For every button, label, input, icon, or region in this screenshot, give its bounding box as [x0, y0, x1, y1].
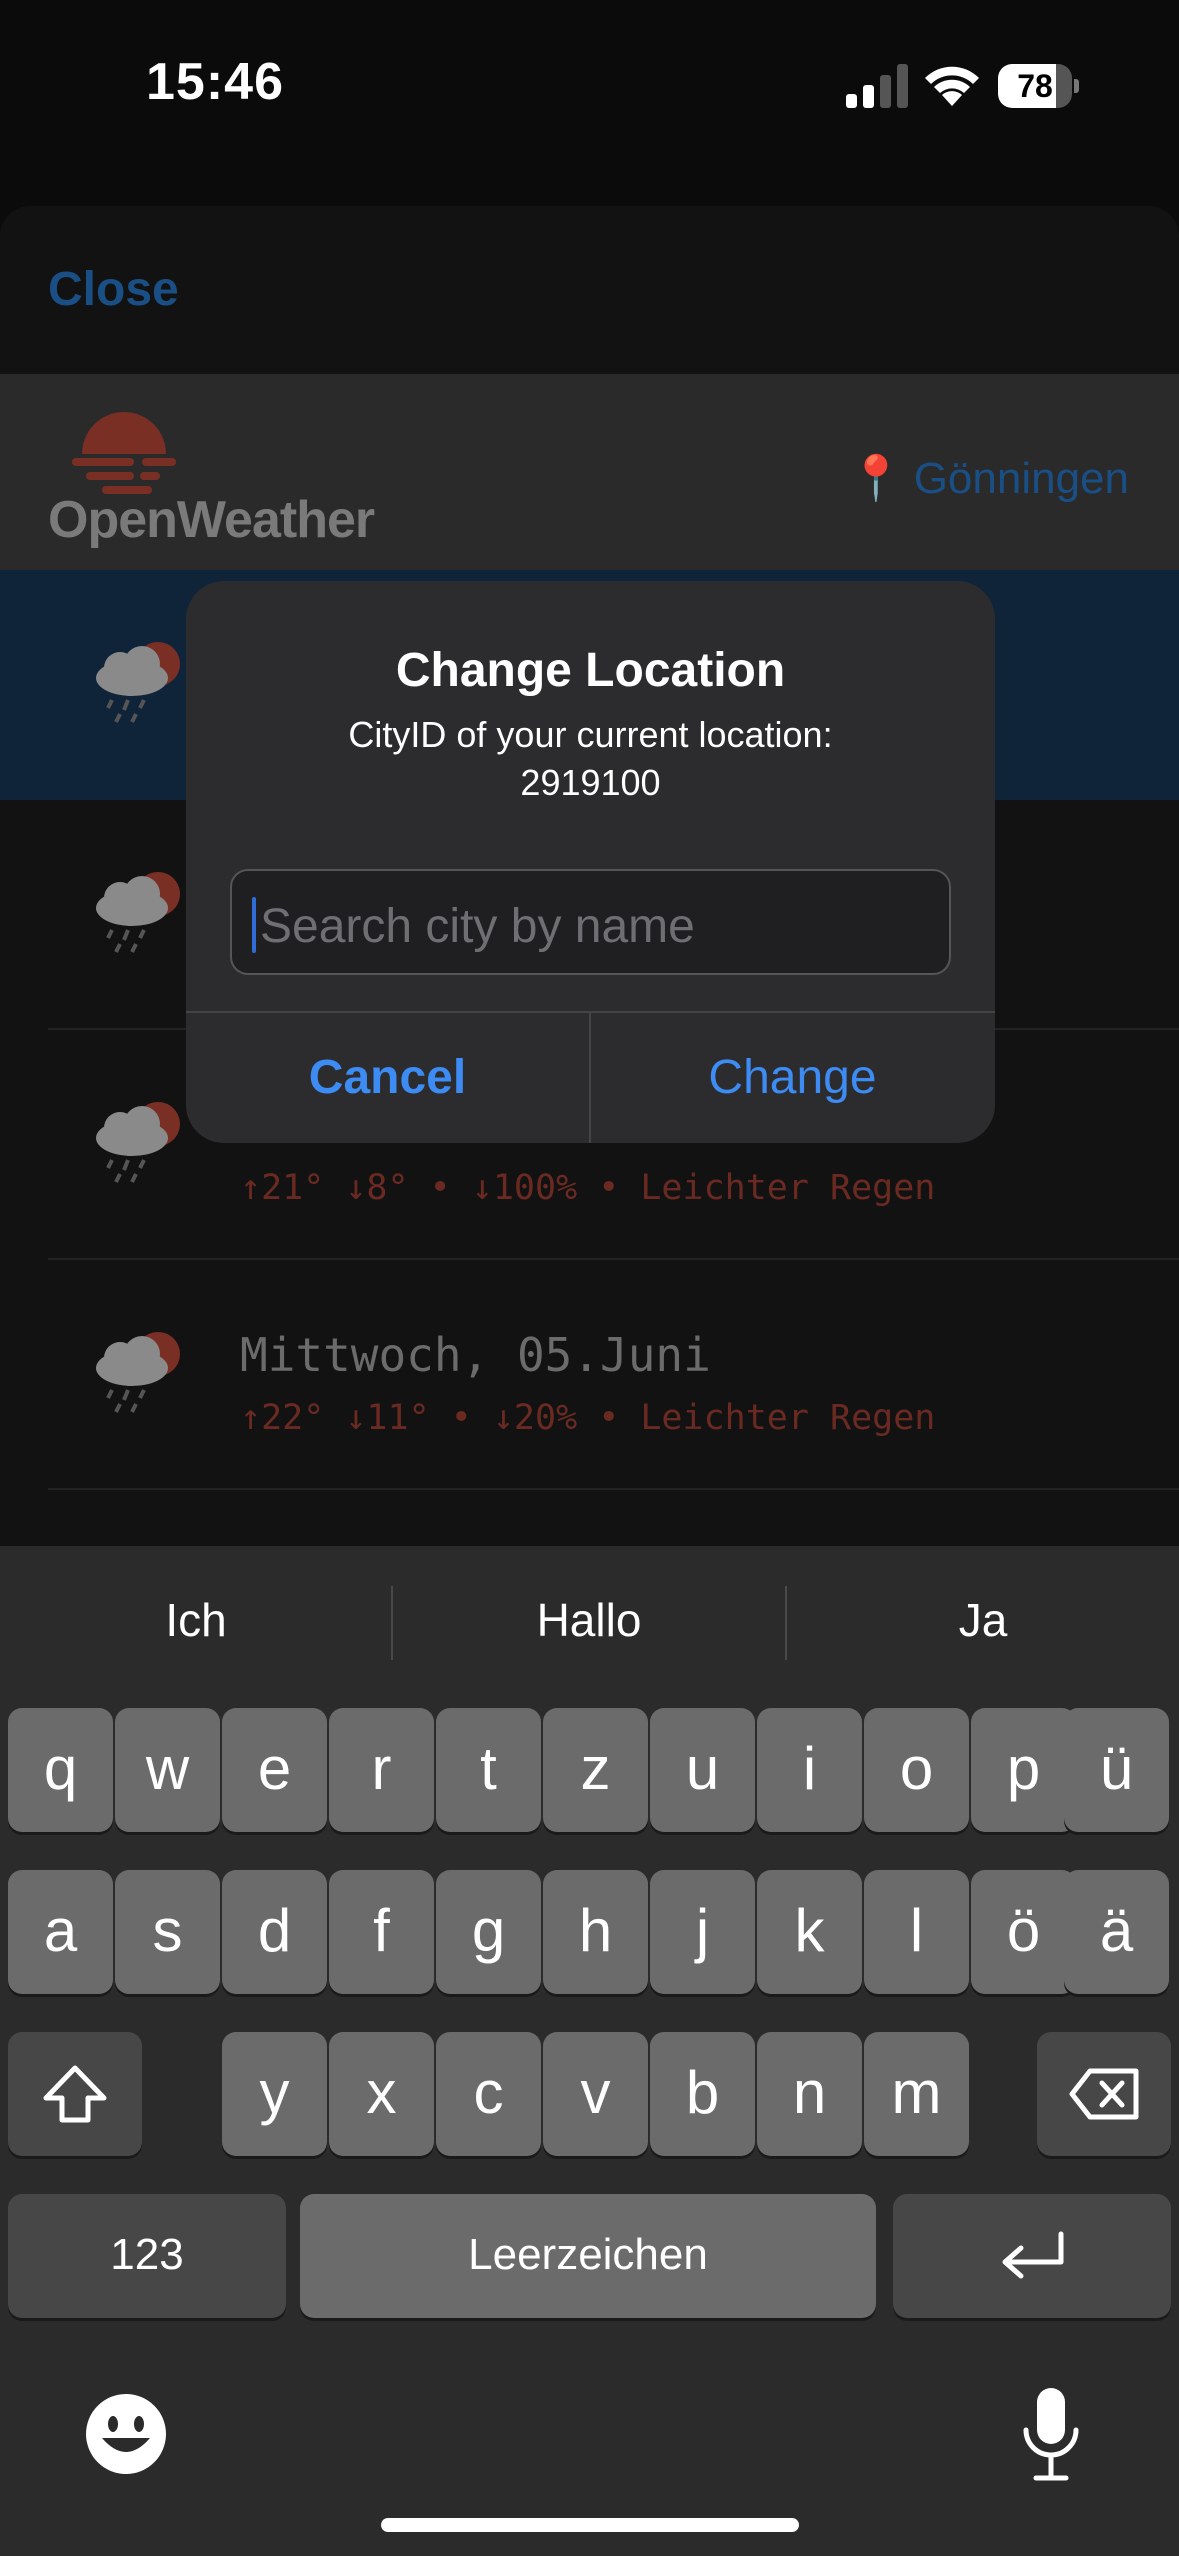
suggestion-2[interactable]: Hallo	[393, 1570, 785, 1670]
status-time: 15:46	[146, 53, 284, 111]
wifi-icon	[925, 66, 979, 106]
change-location-dialog: Change Location CityID of your current l…	[186, 581, 995, 1143]
key-oe[interactable]: ö	[971, 1870, 1076, 1994]
shift-key[interactable]	[8, 2032, 142, 2156]
key-z[interactable]: z	[543, 1708, 648, 1832]
key-e[interactable]: e	[222, 1708, 327, 1832]
cloud-rain-sun-icon	[96, 1332, 180, 1413]
numbers-key[interactable]: 123	[8, 2194, 286, 2318]
key-x[interactable]: x	[329, 2032, 434, 2156]
dialog-message-line1: CityID of your current location:	[348, 714, 833, 755]
dialog-message: CityID of your current location: 2919100	[226, 711, 955, 807]
home-indicator	[381, 2518, 799, 2532]
key-j[interactable]: j	[650, 1870, 755, 1994]
key-h[interactable]: h	[543, 1870, 648, 1994]
app-header: OpenWeather 📍 Gönningen	[0, 374, 1179, 570]
key-g[interactable]: g	[436, 1870, 541, 1994]
city-id: 2919100	[520, 762, 661, 803]
dialog-title: Change Location	[395, 644, 786, 697]
backspace-icon	[1069, 2068, 1139, 2120]
day-details: ↑21° ↓8° • ↓100% • Leichter Regen	[240, 1168, 936, 1208]
key-r[interactable]: r	[329, 1708, 434, 1832]
return-key[interactable]	[893, 2194, 1171, 2318]
key-ue[interactable]: ü	[1064, 1708, 1169, 1832]
key-l[interactable]: l	[864, 1870, 969, 1994]
cloud-rain-sun-icon	[96, 1102, 180, 1183]
backspace-key[interactable]	[1037, 2032, 1171, 2156]
key-y[interactable]: y	[222, 2032, 327, 2156]
pin-icon: 📍	[848, 454, 904, 503]
key-n[interactable]: n	[757, 2032, 862, 2156]
cloud-rain-sun-icon	[96, 872, 180, 953]
forecast-row[interactable]: Mittwoch, 05.Juni ↑22° ↓11° • ↓20% • Lei…	[0, 1260, 1179, 1490]
close-button[interactable]: Close	[48, 262, 179, 317]
cancel-button[interactable]: Cancel	[186, 1013, 589, 1143]
emoji-icon[interactable]	[84, 2392, 168, 2476]
key-v[interactable]: v	[543, 2032, 648, 2156]
text-caret	[252, 897, 256, 953]
key-i[interactable]: i	[757, 1708, 862, 1832]
key-p[interactable]: p	[971, 1708, 1076, 1832]
search-placeholder: Search city by name	[260, 900, 695, 953]
key-ae[interactable]: ä	[1064, 1870, 1169, 1994]
location-button[interactable]: 📍 Gönningen	[849, 452, 1129, 504]
space-key[interactable]: Leerzeichen	[300, 2194, 876, 2318]
key-q[interactable]: q	[8, 1708, 113, 1832]
key-a[interactable]: a	[8, 1870, 113, 1994]
location-label: Gönningen	[913, 454, 1129, 503]
shift-icon	[43, 2065, 107, 2123]
key-b[interactable]: b	[650, 2032, 755, 2156]
logo-text: OpenWeather	[48, 491, 375, 549]
key-f[interactable]: f	[329, 1870, 434, 1994]
cloud-rain-sun-icon	[96, 642, 180, 723]
microphone-icon[interactable]	[1022, 2388, 1080, 2484]
city-search-input[interactable]: Search city by name	[230, 869, 951, 975]
key-o[interactable]: o	[864, 1708, 969, 1832]
key-c[interactable]: c	[436, 2032, 541, 2156]
signal-icon	[846, 64, 908, 108]
key-k[interactable]: k	[757, 1870, 862, 1994]
change-button[interactable]: Change	[591, 1013, 994, 1143]
key-t[interactable]: t	[436, 1708, 541, 1832]
suggestion-1[interactable]: Ich	[0, 1570, 392, 1670]
battery-icon: 78	[998, 64, 1079, 108]
suggestion-3[interactable]: Ja	[787, 1570, 1179, 1670]
key-u[interactable]: u	[650, 1708, 755, 1832]
status-bar: 15:46 78	[0, 0, 1179, 170]
return-icon	[1002, 2231, 1064, 2279]
key-d[interactable]: d	[222, 1870, 327, 1994]
day-details: ↑22° ↓11° • ↓20% • Leichter Regen	[240, 1398, 936, 1438]
key-m[interactable]: m	[864, 2032, 969, 2156]
key-s[interactable]: s	[115, 1870, 220, 1994]
keyboard: Ich Hallo Ja q w e r t z u i o p ü a s d…	[0, 1546, 1179, 2556]
day-title: Mittwoch, 05.Juni	[240, 1328, 711, 1382]
openweather-logo-icon	[72, 412, 176, 494]
key-w[interactable]: w	[115, 1708, 220, 1832]
battery-level: 78	[1017, 68, 1053, 104]
